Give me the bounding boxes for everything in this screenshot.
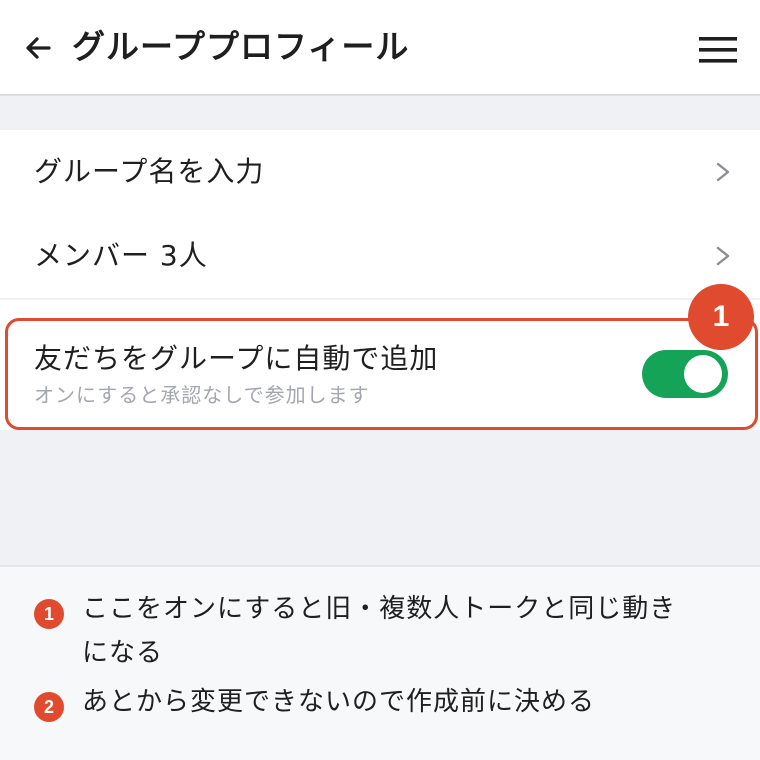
members-row[interactable]: メンバー 3人	[0, 214, 760, 298]
note-text-1-line2: になる	[82, 638, 164, 668]
back-button[interactable]	[18, 28, 58, 68]
group-name-row[interactable]: グループ名を入力	[0, 130, 760, 214]
callout-badge-1: 1	[688, 284, 754, 350]
note-badge-2: 2	[34, 692, 64, 722]
note-badge-1: 1	[34, 599, 64, 629]
group-name-label: グループ名を入力	[34, 155, 265, 188]
note-text-1-line1: ここをオンにすると旧・複数人トークと同じ動き	[82, 594, 677, 624]
app-header: グループプロフィール	[0, 0, 760, 96]
highlight-frame	[5, 318, 758, 430]
members-label: メンバー 3人	[34, 239, 208, 272]
note-text-2: あとから変更できないので作成前に決める	[82, 687, 596, 717]
arrow-left-icon	[26, 37, 51, 59]
notes-panel: 1 ここをオンにすると旧・複数人トークと同じ動き になる 2 あとから変更できな…	[0, 565, 760, 760]
group-settings-section: グループ名を入力 メンバー 3人	[0, 130, 760, 298]
chevron-right-icon	[716, 162, 730, 182]
menu-button[interactable]	[696, 30, 740, 70]
page-title: グループプロフィール	[72, 27, 410, 66]
chevron-right-icon	[716, 246, 730, 266]
hamburger-menu-icon	[699, 37, 737, 63]
